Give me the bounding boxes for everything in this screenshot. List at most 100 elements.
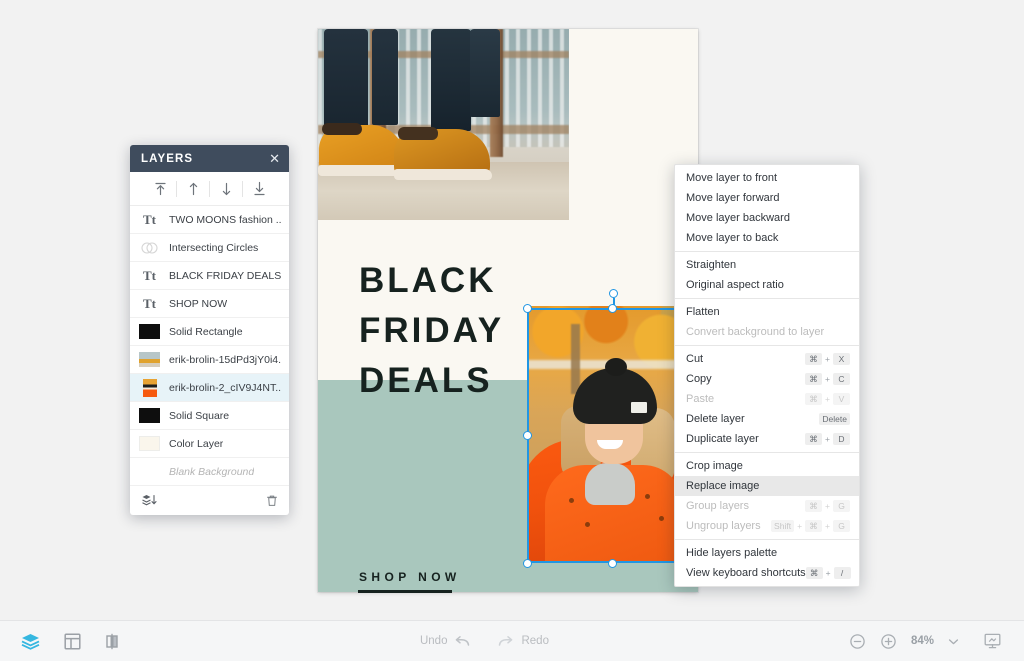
- history-controls: Undo Redo: [120, 634, 849, 649]
- context-menu-item-label: Paste: [686, 393, 715, 405]
- context-menu-separator: [675, 539, 859, 540]
- photo-girl-beanie-pom: [605, 358, 627, 376]
- layer-name: Intersecting Circles: [169, 241, 259, 254]
- headline-line-2[interactable]: FRIDAY: [359, 306, 504, 356]
- context-menu-item[interactable]: Crop image: [675, 456, 859, 476]
- zoom-level-value[interactable]: 84%: [911, 635, 934, 647]
- layers-panel-title: LAYERS: [141, 152, 194, 165]
- context-menu-item-label: Original aspect ratio: [686, 279, 784, 291]
- layer-row[interactable]: Color Layer: [130, 430, 289, 458]
- grid-tool-button[interactable]: [63, 632, 82, 651]
- context-menu-item: Convert background to layer: [675, 322, 859, 342]
- layer-row[interactable]: Tt SHOP NOW: [130, 290, 289, 318]
- layer-name: Solid Square: [169, 409, 230, 422]
- context-menu-separator: [675, 345, 859, 346]
- photo-girl-beanie-tag: [631, 402, 647, 413]
- flip-tool-button[interactable]: [104, 632, 120, 651]
- context-menu-item-label: Ungroup layers: [686, 520, 761, 532]
- photo-shoes-cuff-2: [398, 127, 438, 140]
- cta-shop-now-text[interactable]: SHOP NOW: [359, 570, 461, 584]
- design-canvas[interactable]: BLACK FRIDAY DEALS SHOP NOW: [318, 29, 699, 593]
- layers-panel[interactable]: LAYERS ✕ Tt TWO MOONS fashion ... Inters…: [130, 145, 289, 515]
- context-menu-item[interactable]: Replace image: [675, 476, 859, 496]
- context-menu-item[interactable]: Straighten: [675, 255, 859, 275]
- photo-shoes-leg-2: [372, 29, 398, 125]
- move-to-back-button[interactable]: [243, 177, 275, 201]
- context-menu-item[interactable]: Flatten: [675, 302, 859, 322]
- context-menu-item[interactable]: Move layer backward: [675, 208, 859, 228]
- redo-icon[interactable]: [497, 634, 514, 649]
- context-menu-item[interactable]: Move layer to back: [675, 228, 859, 248]
- context-menu-item[interactable]: Move layer to front: [675, 168, 859, 188]
- context-menu-separator: [675, 452, 859, 453]
- trash-icon: [267, 495, 277, 506]
- layer-thumbnail: [139, 324, 160, 340]
- layer-name: Blank Background: [169, 465, 255, 478]
- layer-context-menu[interactable]: Move layer to front Move layer forward Mov…: [674, 164, 860, 587]
- layer-row[interactable]: Intersecting Circles: [130, 234, 289, 262]
- close-icon[interactable]: ✕: [269, 152, 280, 165]
- chevron-down-icon[interactable]: [948, 637, 959, 646]
- context-menu-item[interactable]: Original aspect ratio: [675, 275, 859, 295]
- layer-thumbnail: [139, 240, 160, 256]
- context-menu-item-label: Group layers: [686, 500, 749, 512]
- context-menu-item-label: Replace image: [686, 480, 760, 492]
- layer-row[interactable]: erik-brolin-15dPd3jY0i4...: [130, 346, 289, 374]
- context-menu-item: Group layers ⌘ + G: [675, 496, 859, 516]
- context-menu-item-label: Move layer backward: [686, 212, 790, 224]
- context-menu-item[interactable]: Copy ⌘ + C: [675, 369, 859, 389]
- photo-shoes-leg-3: [431, 29, 471, 131]
- photo-girl-post: [571, 324, 580, 394]
- layer-name: erik-brolin-2_cIV9J4NT...: [169, 381, 281, 394]
- layer-arrange-toolbar: [130, 172, 289, 206]
- grid-tool-icon: [64, 632, 81, 650]
- shortcut-keys: ⌘ + V: [805, 393, 850, 405]
- layer-row[interactable]: Blank Background: [130, 458, 289, 486]
- headline-line-1[interactable]: BLACK: [359, 256, 496, 306]
- layer-name: Color Layer: [169, 437, 224, 450]
- context-menu-item[interactable]: Move layer forward: [675, 188, 859, 208]
- redo-label: Redo: [521, 635, 549, 647]
- plus-circle-icon[interactable]: [880, 633, 897, 650]
- arrow-up-icon: [189, 182, 197, 196]
- move-to-front-button[interactable]: [144, 177, 176, 201]
- photo-girl-snap-3: [645, 494, 650, 499]
- layer-thumbnail: Tt: [143, 267, 156, 283]
- layer-row[interactable]: Tt BLACK FRIDAY DEALS: [130, 262, 289, 290]
- merge-layers-button[interactable]: [141, 493, 158, 508]
- context-menu-item[interactable]: Delete layer Delete: [675, 409, 859, 429]
- move-backward-button[interactable]: [210, 177, 242, 201]
- context-menu-item[interactable]: View keyboard shortcuts ⌘ + /: [675, 563, 859, 583]
- delete-layer-button[interactable]: [266, 494, 278, 508]
- layers-panel-header: LAYERS ✕: [130, 145, 289, 172]
- bottom-toolbar: Undo Redo 84%: [0, 620, 1024, 661]
- context-menu-separator: [675, 298, 859, 299]
- minus-circle-icon[interactable]: [849, 633, 866, 650]
- move-forward-button[interactable]: [177, 177, 209, 201]
- layer-row[interactable]: Tt TWO MOONS fashion ...: [130, 206, 289, 234]
- photo-girl-snap-4: [659, 516, 664, 521]
- layer-thumbnail: [139, 378, 160, 397]
- layer-row[interactable]: Solid Rectangle: [130, 318, 289, 346]
- context-menu-item-label: Move layer forward: [686, 192, 780, 204]
- layers-panel-footer: [130, 486, 289, 515]
- context-menu-item[interactable]: Duplicate layer ⌘ + D: [675, 429, 859, 449]
- layer-row[interactable]: erik-brolin-2_cIV9J4NT...: [130, 374, 289, 402]
- headline-line-3[interactable]: DEALS: [359, 356, 493, 406]
- layers-list: Tt TWO MOONS fashion ... Intersecting Circ…: [130, 206, 289, 486]
- present-screen-icon[interactable]: [983, 632, 1002, 650]
- layers-tool-button[interactable]: [20, 632, 41, 651]
- layer-name: SHOP NOW: [169, 297, 228, 310]
- undo-icon[interactable]: [454, 634, 471, 649]
- layer-row[interactable]: Solid Square: [130, 402, 289, 430]
- context-menu-item[interactable]: Hide layers palette: [675, 543, 859, 563]
- context-menu-item[interactable]: Cut ⌘ + X: [675, 349, 859, 369]
- photo-shoes-leg-1: [324, 29, 368, 137]
- context-menu-item-label: Move layer to front: [686, 172, 778, 184]
- photo-girl-collar: [585, 463, 635, 505]
- context-menu-item-label: Crop image: [686, 460, 743, 472]
- context-menu-item-label: Hide layers palette: [686, 547, 778, 559]
- photo-girl-snap-1: [569, 498, 574, 503]
- layer-photo-shoes[interactable]: [318, 29, 569, 220]
- arrow-down-icon: [222, 182, 230, 196]
